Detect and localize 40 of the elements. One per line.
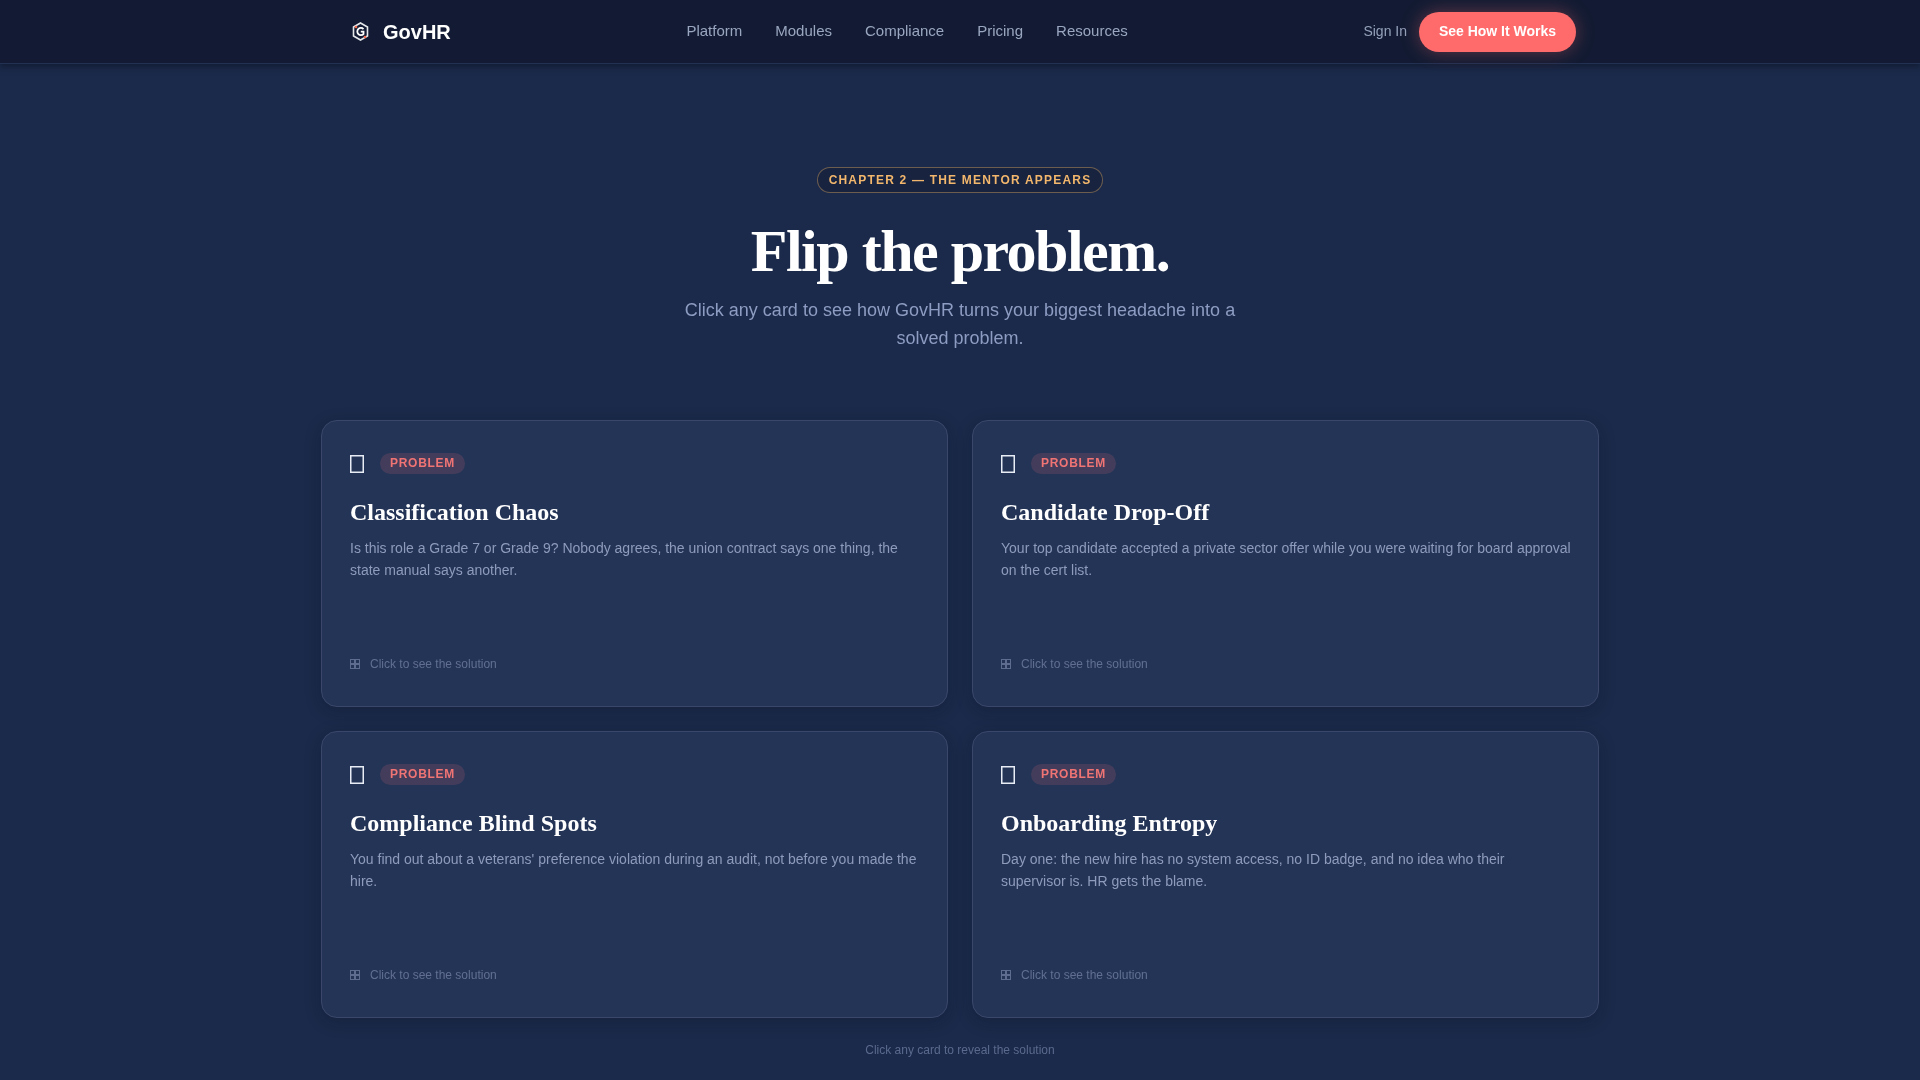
- solution-hint: Click to see the solution: [1021, 656, 1148, 672]
- sign-in-link[interactable]: Sign In: [1363, 21, 1407, 42]
- card-title: Candidate Drop-Off: [1001, 498, 1211, 527]
- grid-icon: [1001, 970, 1011, 980]
- rectangle-icon: [1001, 765, 1015, 784]
- rectangle-icon: [350, 765, 364, 784]
- problem-card[interactable]: PROBLEM Compliance Blind Spots You find out about a veterans' preference violation during an audit, not before you made the hire. Click to see the solution: [321, 731, 948, 1018]
- card-description: Your top candidate accepted a private sector offer while you were waiting for board approval on the cert list.: [1001, 539, 1572, 580]
- card-title: Compliance Blind Spots: [350, 809, 598, 838]
- problem-card[interactable]: PROBLEM Classification Chaos Is this role a Grade 7 or Grade 9? Nobody agrees, the union contract says one thing, the state manual says another. Click to see the solution: [321, 420, 948, 707]
- brand-name[interactable]: GovHR: [383, 21, 451, 42]
- logo-icon[interactable]: [352, 22, 369, 41]
- chapter-label: CHAPTER 2 — THE MENTOR APPEARS: [816, 167, 1104, 193]
- card-description: Is this role a Grade 7 or Grade 9? Nobody agrees, the union contract says one thing, the state manual says another.: [350, 539, 899, 580]
- problem-card[interactable]: PROBLEM Onboarding Entropy Day one: the new hire has no system access, no ID badge, and no idea who their supervisor is. HR gets the blame. Click to see the solution: [972, 731, 1599, 1018]
- card-title: Onboarding Entropy: [1001, 809, 1219, 838]
- rectangle-icon: [1001, 454, 1015, 473]
- card-title: Classification Chaos: [350, 498, 560, 527]
- problem-card[interactable]: PROBLEM Candidate Drop-Off Your top candidate accepted a private sector offer while you were waiting for board approval on the cert list. Click to see the solution: [972, 420, 1599, 707]
- solution-hint: Click to see the solution: [370, 656, 497, 672]
- grid-icon: [1001, 659, 1011, 669]
- nav-link[interactable]: Compliance: [865, 20, 945, 43]
- reveal-hint: Click any card to reveal the solution: [865, 1042, 1055, 1058]
- grid-icon: [350, 970, 360, 980]
- hero-subtitle: Click any card to see how GovHR turns your biggest headache into a solved problem.: [683, 299, 1237, 350]
- solution-hint: Click to see the solution: [370, 967, 497, 983]
- nav-link[interactable]: Resources: [1056, 20, 1128, 43]
- problem-tag: PROBLEM: [1031, 453, 1117, 474]
- rectangle-icon: [350, 454, 364, 473]
- grid-icon: [350, 659, 360, 669]
- solution-hint: Click to see the solution: [1021, 967, 1148, 983]
- nav-link[interactable]: Platform: [686, 20, 743, 43]
- hero-title: Flip the problem.: [750, 218, 1170, 284]
- nav-link[interactable]: Pricing: [977, 20, 1024, 43]
- problem-tag: PROBLEM: [1031, 764, 1117, 785]
- problem-tag: PROBLEM: [380, 453, 466, 474]
- card-description: You find out about a veterans' preference violation during an audit, not before you made the hire.: [350, 850, 918, 891]
- problem-tag: PROBLEM: [380, 764, 466, 785]
- card-description: Day one: the new hire has no system access, no ID badge, and no idea who their supervisor is. HR gets the blame.: [1001, 850, 1506, 891]
- nav-link[interactable]: Modules: [775, 20, 832, 43]
